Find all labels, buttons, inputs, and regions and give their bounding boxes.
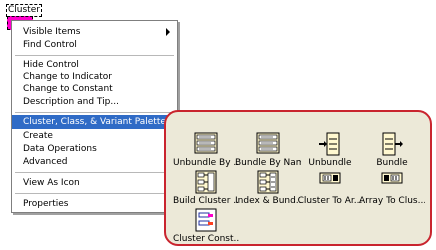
menu-item-view-as-icon[interactable]: View As Icon xyxy=(12,176,177,190)
menu-item-label: Advanced xyxy=(23,157,68,167)
shortcut-menu: Visible Items Find Control Hide Control … xyxy=(11,20,178,213)
cluster-constant-icon xyxy=(195,208,217,232)
menu-item-label: Data Operations xyxy=(23,144,97,154)
cluster-class-variant-palette: Unbundle By ... Bundle By Name Unbundle … xyxy=(164,110,432,246)
tool-label: Array To Clus... xyxy=(359,196,425,206)
bundle-by-name-icon xyxy=(256,132,280,154)
unbundle-by-name-icon xyxy=(194,132,218,154)
menu-item-visible-items[interactable]: Visible Items xyxy=(12,25,177,39)
menu-item-label: Hide Control xyxy=(23,60,79,70)
menu-item-advanced[interactable]: Advanced xyxy=(12,155,177,169)
menu-item-cluster-class-variant-palette[interactable]: Cluster, Class, & Variant Palette xyxy=(12,115,177,129)
tool-label: Bundle xyxy=(376,158,408,168)
tool-label: Index & Bund... xyxy=(235,196,301,206)
cluster-to-array-icon xyxy=(319,172,341,184)
tool-label: Cluster To Ar... xyxy=(297,196,363,206)
menu-item-change-to-constant[interactable]: Change to Constant xyxy=(12,82,177,96)
menu-item-label: Properties xyxy=(23,199,69,209)
palette-tool-index-bundle-cluster-array[interactable]: Index & Bund... xyxy=(235,170,301,210)
menu-item-label: View As Icon xyxy=(23,178,80,188)
menu-item-label: Change to Indicator xyxy=(23,72,112,82)
palette-tool-cluster-constant[interactable]: Cluster Const... xyxy=(173,208,239,248)
menu-item-find-control[interactable]: Find Control xyxy=(12,38,177,52)
palette-tool-build-cluster-array[interactable]: Build Cluster ... xyxy=(173,170,239,210)
menu-item-create[interactable]: Create xyxy=(12,129,177,143)
menu-separator xyxy=(15,172,174,173)
palette-tool-bundle[interactable]: Bundle xyxy=(361,132,423,172)
array-to-cluster-icon xyxy=(381,172,403,184)
index-bundle-cluster-array-icon xyxy=(257,170,279,194)
tool-label: Cluster Const... xyxy=(173,234,239,244)
menu-item-data-operations[interactable]: Data Operations xyxy=(12,142,177,156)
menu-item-description-and-tip[interactable]: Description and Tip... xyxy=(12,95,177,109)
menu-item-label: Change to Constant xyxy=(23,84,113,94)
unbundle-icon xyxy=(319,132,340,156)
menu-item-label: Find Control xyxy=(23,40,77,50)
menu-item-label: Visible Items xyxy=(23,27,81,37)
menu-item-label: Description and Tip... xyxy=(23,97,119,107)
palette-tool-unbundle-by-name[interactable]: Unbundle By ... xyxy=(173,132,239,172)
tool-label: Build Cluster ... xyxy=(173,196,239,206)
menu-item-label: Cluster, Class, & Variant Palette xyxy=(23,117,166,127)
tool-label: Unbundle xyxy=(308,158,352,168)
build-cluster-array-icon xyxy=(195,170,217,194)
palette-tool-array-to-cluster[interactable]: Array To Clus... xyxy=(359,170,425,210)
menu-separator xyxy=(15,112,174,113)
tool-label: Unbundle By ... xyxy=(173,158,239,168)
submenu-arrow-icon xyxy=(166,28,170,36)
menu-item-label: Create xyxy=(23,131,53,141)
palette-tool-bundle-by-name[interactable]: Bundle By Name xyxy=(235,132,301,172)
menu-separator xyxy=(15,193,174,194)
menu-separator xyxy=(15,55,174,56)
bundle-icon xyxy=(382,132,403,156)
palette-tool-cluster-to-array[interactable]: Cluster To Ar... xyxy=(297,170,363,210)
tool-label: Bundle By Name xyxy=(235,158,301,168)
menu-item-properties[interactable]: Properties xyxy=(12,197,177,211)
palette-tool-unbundle[interactable]: Unbundle xyxy=(299,132,361,172)
